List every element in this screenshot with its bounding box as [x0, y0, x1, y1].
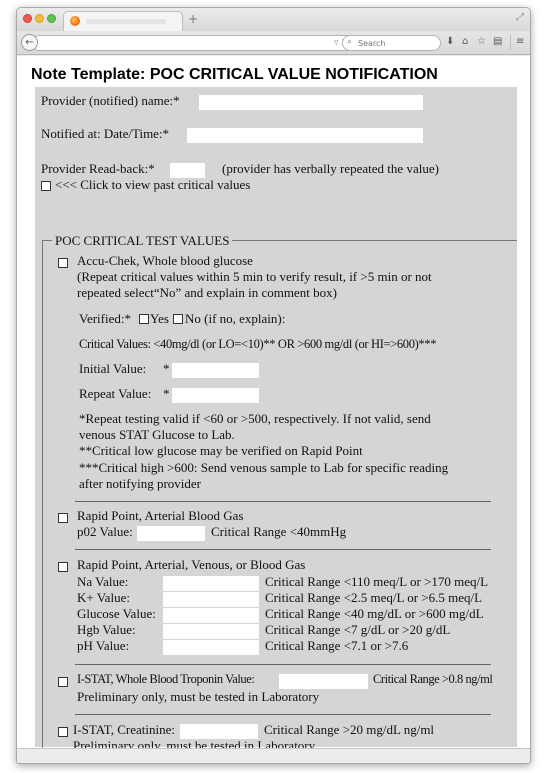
istat-creatinine-input[interactable]	[180, 724, 258, 739]
istat-troponin-label: I-STAT, Whole Blood Troponin Value:	[77, 672, 255, 686]
past-values-link[interactable]: <<< Click to view past critical values	[55, 177, 250, 193]
readback-note: (provider has verbally repeated the valu…	[222, 161, 439, 176]
verified-label: Verified:*	[79, 311, 131, 326]
rapid-arterial-title: Rapid Point, Arterial Blood Gas	[77, 508, 244, 523]
search-icon: ⌕	[347, 37, 353, 47]
p02-range: Critical Range <40mmHg	[211, 524, 347, 539]
download-icon[interactable]: ⬇	[446, 36, 454, 47]
k-value-input[interactable]	[163, 592, 259, 607]
minimize-window-button[interactable]	[35, 14, 44, 23]
section-divider	[75, 549, 491, 550]
k-range: Critical Range <2.5 meq/L or >6.5 meq/L	[265, 590, 483, 605]
glucose-value-label: Glucose Value:	[77, 606, 156, 621]
toolbar-separator	[510, 35, 511, 50]
initial-value-input[interactable]	[172, 363, 259, 378]
provider-name-label: Provider (notified) name:*	[41, 93, 180, 108]
accu-chek-instructions-1: (Repeat critical values within 5 min to …	[77, 269, 432, 284]
accu-chek-critical-values: Critical Values: <40mg/dl (or LO=<10)** …	[79, 337, 437, 351]
bookmark-star-icon[interactable]: ☆	[477, 36, 486, 47]
istat-creatinine-label: I-STAT, Creatinine:	[73, 722, 175, 737]
accu-chek-note-2: **Critical low glucose may be verified o…	[79, 443, 363, 458]
notified-at-label: Notified at: Date/Time:*	[41, 126, 170, 141]
title-bar: + ⤢	[17, 8, 530, 31]
initial-value-required: *	[163, 361, 170, 376]
istat-troponin-checkbox[interactable]	[58, 677, 68, 687]
status-bar	[17, 748, 530, 763]
hgb-value-label: Hgb Value:	[77, 622, 136, 637]
hgb-range: Critical Range <7 g/dL or >20 g/dL	[265, 622, 451, 637]
section-divider	[75, 664, 491, 665]
verified-no-checkbox[interactable]	[173, 314, 183, 324]
verified-no-label: No (if no, explain):	[185, 311, 286, 326]
repeat-value-input[interactable]	[172, 388, 259, 403]
verified-yes-label: Yes	[150, 311, 169, 326]
back-button[interactable]: ←	[21, 34, 38, 51]
provider-name-input[interactable]	[199, 95, 423, 110]
istat-creatinine-checkbox[interactable]	[58, 727, 68, 737]
istat-troponin-range: Critical Range >0.8 ng/ml	[373, 672, 493, 686]
hgb-value-input[interactable]	[163, 624, 259, 639]
section-divider	[75, 714, 491, 715]
firefox-favicon-icon	[70, 16, 80, 26]
search-input[interactable]	[358, 37, 438, 49]
section-divider	[75, 501, 491, 502]
glucose-value-input[interactable]	[163, 608, 259, 623]
k-value-label: K+ Value:	[77, 590, 130, 605]
accu-chek-instructions-2: repeated select“No” and explain in comme…	[77, 285, 337, 300]
accu-chek-note-1b: venous STAT Glucose to Lab.	[79, 427, 235, 442]
bookmarks-list-icon[interactable]: ▤	[493, 36, 502, 47]
accu-chek-note-3a: ***Critical high >600: Send venous sampl…	[79, 460, 449, 475]
readback-label: Provider Read-back:*	[41, 161, 155, 176]
initial-value-label: Initial Value:	[79, 361, 147, 376]
past-values-checkbox[interactable]	[41, 181, 51, 191]
notified-at-input[interactable]	[187, 128, 423, 143]
url-bar[interactable]: ▿ ↻	[35, 35, 354, 51]
ph-value-input[interactable]	[163, 640, 259, 655]
accu-chek-note-1a: *Repeat testing valid if <60 or >500, re…	[79, 411, 431, 426]
p02-label: p02 Value:	[77, 524, 133, 539]
accu-chek-note-3b: after notifying provider	[79, 476, 202, 491]
na-value-input[interactable]	[163, 576, 259, 591]
page-title: Note Template: POC CRITICAL VALUE NOTIFI…	[31, 66, 438, 83]
p02-input[interactable]	[137, 526, 205, 541]
readback-input[interactable]	[170, 163, 205, 178]
page-viewport: Note Template: POC CRITICAL VALUE NOTIFI…	[17, 56, 530, 749]
accu-chek-title: Accu-Chek, Whole blood glucose	[77, 253, 253, 268]
istat-creatinine-range: Critical Range >20 mg/dL ng/ml	[264, 722, 435, 737]
istat-troponin-note: Preliminary only, must be tested in Labo…	[77, 689, 320, 704]
close-window-button[interactable]	[23, 14, 32, 23]
new-tab-button[interactable]: +	[188, 12, 198, 26]
rapid-gas-title: Rapid Point, Arterial, Venous, or Blood …	[77, 557, 306, 572]
maximize-window-button[interactable]	[47, 14, 56, 23]
repeat-value-required: *	[163, 386, 170, 401]
rapid-arterial-checkbox[interactable]	[58, 513, 68, 523]
section-legend: POC CRITICAL TEST VALUES	[52, 233, 233, 249]
istat-troponin-input[interactable]	[279, 674, 368, 689]
fullscreen-icon[interactable]: ⤢	[516, 12, 524, 23]
verified-yes-checkbox[interactable]	[139, 314, 149, 324]
browser-tab[interactable]	[63, 11, 183, 31]
browser-window: + ⤢ ▿ ↻ ← ⌕ ⬇ ⌂ ☆ ▤ ≡ Note Template: POC…	[16, 7, 531, 764]
rapid-gas-checkbox[interactable]	[58, 562, 68, 572]
repeat-value-label: Repeat Value:	[79, 386, 152, 401]
na-value-label: Na Value:	[77, 574, 129, 589]
ph-range: Critical Range <7.1 or >7.6	[265, 638, 409, 653]
form-panel: Provider (notified) name:* Notified at: …	[35, 87, 517, 749]
tab-title	[86, 19, 166, 24]
accu-chek-checkbox[interactable]	[58, 258, 68, 268]
na-range: Critical Range <110 meq/L or >170 meq/L	[265, 574, 489, 589]
search-bar[interactable]: ⌕	[342, 35, 441, 51]
menu-icon[interactable]: ≡	[516, 36, 524, 47]
ph-value-label: pH Value:	[77, 638, 130, 653]
navigation-toolbar: ▿ ↻ ← ⌕ ⬇ ⌂ ☆ ▤ ≡	[17, 31, 530, 55]
home-icon[interactable]: ⌂	[462, 36, 468, 47]
glucose-range: Critical Range <40 mg/dL or >600 mg/dL	[265, 606, 484, 621]
